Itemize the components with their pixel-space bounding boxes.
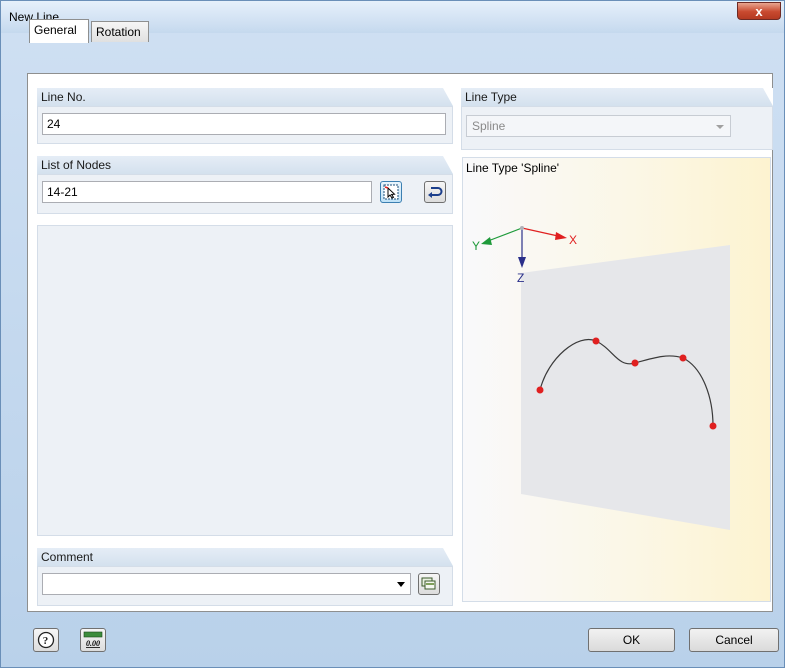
- close-icon: x: [755, 4, 763, 19]
- line-type-select: Spline: [466, 115, 731, 137]
- x-axis: [521, 227, 559, 237]
- nodes-details-panel: [37, 225, 453, 536]
- spline-node: [592, 337, 600, 345]
- line-type-header: Line Type: [461, 88, 773, 106]
- y-axis-label: Y: [472, 239, 480, 253]
- comment-header: Comment: [37, 548, 453, 566]
- line-no-header: Line No.: [37, 88, 453, 106]
- ok-button[interactable]: OK: [588, 628, 675, 652]
- x-axis-label: X: [569, 233, 577, 247]
- list-of-nodes-input[interactable]: 14-21: [42, 181, 372, 203]
- spline-preview-graphic: X Y Z: [472, 226, 730, 530]
- spline-node: [631, 359, 639, 367]
- spline-node: [679, 354, 687, 362]
- tab-rotation[interactable]: Rotation: [91, 21, 149, 42]
- axis-origin: [520, 226, 524, 230]
- svg-text:0.00: 0.00: [86, 639, 100, 648]
- line-no-input[interactable]: 24: [42, 113, 446, 135]
- z-axis-arrow: [518, 257, 526, 268]
- comment-input[interactable]: [42, 573, 411, 595]
- close-button[interactable]: x: [737, 2, 781, 20]
- spline-node: [536, 386, 544, 394]
- comment-dropdown-icon[interactable]: [397, 582, 405, 587]
- cancel-button[interactable]: Cancel: [689, 628, 779, 652]
- help-icon: ?: [37, 631, 55, 649]
- z-axis-label: Z: [517, 271, 524, 285]
- chevron-down-icon: [716, 125, 724, 129]
- svg-text:?: ?: [43, 635, 49, 647]
- tab-general[interactable]: General: [29, 19, 89, 43]
- pick-nodes-button[interactable]: [380, 181, 402, 203]
- help-button[interactable]: ?: [33, 628, 59, 652]
- x-axis-arrow: [555, 232, 567, 240]
- reverse-direction-button[interactable]: [424, 181, 446, 203]
- comment-library-button[interactable]: [418, 573, 440, 595]
- y-axis: [487, 227, 523, 242]
- spline-node: [709, 422, 717, 430]
- line-type-preview: Line Type 'Spline' X Y Z: [462, 157, 771, 602]
- comment-library-icon: [421, 577, 436, 590]
- reverse-direction-icon: [428, 187, 443, 198]
- units-button[interactable]: 0.00: [80, 628, 106, 652]
- pick-nodes-icon: [383, 184, 399, 200]
- list-of-nodes-header: List of Nodes: [37, 156, 453, 174]
- y-axis-arrow: [481, 237, 492, 245]
- preview-plane: [521, 245, 730, 530]
- line-type-selected: Spline: [472, 119, 506, 133]
- units-icon: 0.00: [83, 631, 103, 648]
